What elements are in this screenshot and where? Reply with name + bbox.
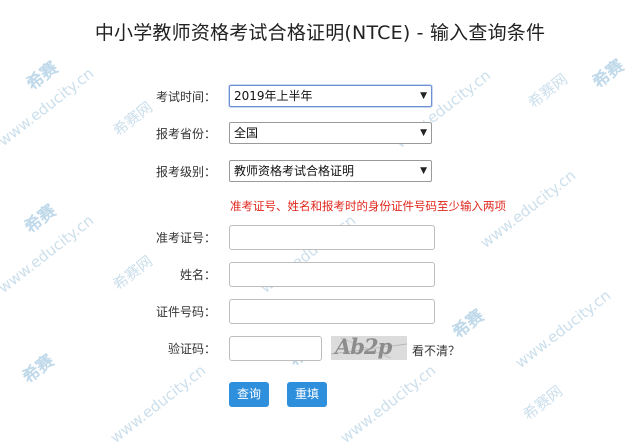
- province-label: 报考省份：: [155, 127, 216, 141]
- name-input[interactable]: [229, 262, 435, 287]
- province-select[interactable]: 全国 ▼: [229, 122, 432, 144]
- name-row: 姓名：: [0, 262, 640, 287]
- reset-button[interactable]: 重填: [287, 382, 327, 407]
- admission-no-label: 准考证号：: [155, 231, 216, 245]
- chevron-down-icon: ▼: [420, 128, 427, 138]
- captcha-image[interactable]: Ab2p: [331, 336, 407, 360]
- admission-no-input[interactable]: [229, 225, 435, 250]
- watermark-brand: 希赛网: [519, 381, 567, 424]
- id-no-label: 证件号码：: [155, 305, 216, 319]
- page-title: 中小学教师资格考试合格证明(NTCE) - 输入查询条件: [94, 22, 546, 44]
- watermark-site: www.educity.cn: [106, 361, 210, 447]
- level-value: 教师资格考试合格证明: [234, 164, 355, 178]
- captcha-refresh-link[interactable]: 看不清？: [412, 342, 460, 359]
- captcha-row: 验证码：: [0, 336, 640, 361]
- id-no-input[interactable]: [229, 299, 435, 324]
- level-label: 报考级别：: [155, 165, 216, 179]
- exam-time-value: 2019年上半年: [234, 89, 313, 103]
- captcha-label: 验证码：: [167, 342, 216, 356]
- name-label: 姓名：: [179, 268, 216, 282]
- admission-no-row: 准考证号：: [0, 225, 640, 250]
- province-value: 全国: [234, 126, 259, 140]
- input-hint: 准考证号、姓名和报考时的身份证件号码至少输入两项: [230, 199, 506, 213]
- province-row: 报考省份： 全国 ▼: [0, 122, 640, 146]
- level-select[interactable]: 教师资格考试合格证明 ▼: [229, 160, 432, 182]
- exam-time-select[interactable]: 2019年上半年 ▼: [229, 85, 432, 107]
- captcha-input[interactable]: [229, 336, 322, 361]
- level-row: 报考级别： 教师资格考试合格证明 ▼: [0, 160, 640, 184]
- captcha-text: Ab2p: [335, 336, 392, 359]
- chevron-down-icon: ▼: [420, 166, 427, 176]
- chevron-down-icon: ▼: [420, 91, 427, 101]
- id-no-row: 证件号码：: [0, 299, 640, 324]
- watermark-site: www.educity.cn: [336, 361, 440, 447]
- exam-time-row: 考试时间： 2019年上半年 ▼: [0, 85, 640, 109]
- query-button[interactable]: 查询: [229, 382, 269, 407]
- exam-time-label: 考试时间：: [155, 90, 216, 104]
